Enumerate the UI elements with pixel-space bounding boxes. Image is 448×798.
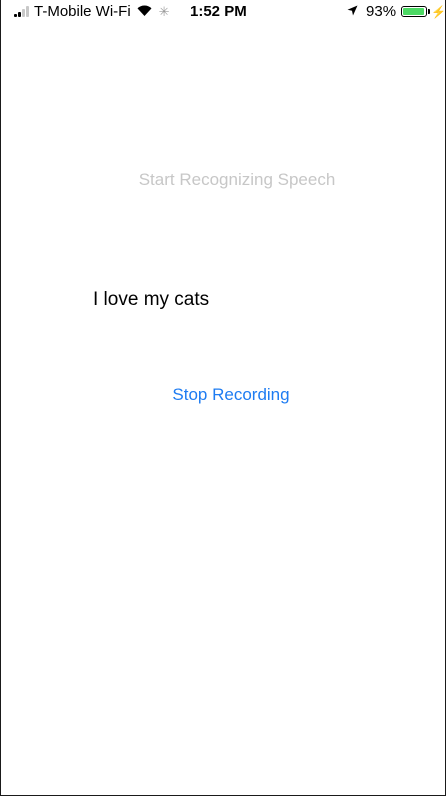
status-time: 1:52 PM [190,3,247,20]
battery-level-fill [403,8,424,15]
status-bar: T-Mobile Wi-Fi ✳ 1:52 PM 93% ⚡ [0,0,448,24]
battery-icon [401,6,428,17]
battery-cap [428,9,431,14]
status-bar-left: T-Mobile Wi-Fi ✳ [14,3,170,20]
location-arrow-icon [347,3,358,20]
bolt-icon: ⚡ [431,4,446,19]
signal-bars-icon [14,6,30,17]
activity-spinner-icon: ✳ [158,3,170,19]
carrier-name: T-Mobile Wi-Fi [34,3,131,20]
stop-recording-button[interactable]: Stop Recording [0,385,448,405]
start-recognizing-button[interactable]: Start Recognizing Speech [0,170,448,190]
transcript-label: I love my cats [93,289,210,310]
wifi-icon [137,3,152,20]
status-bar-right: 93% ⚡ [347,3,446,20]
battery-percent: 93% [366,3,397,20]
